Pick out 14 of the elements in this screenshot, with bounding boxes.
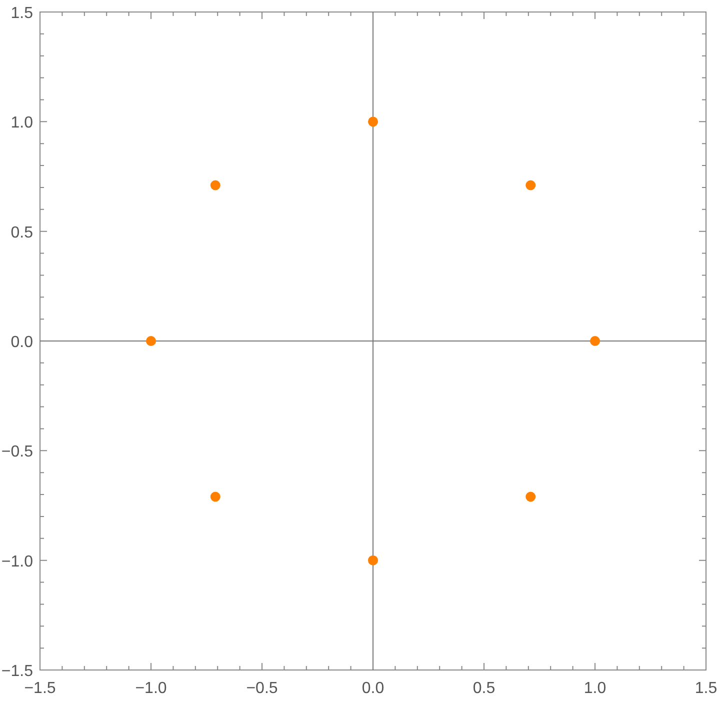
y-tick-label: 1.0 xyxy=(10,114,33,132)
x-tick-label: 0.5 xyxy=(472,680,496,697)
x-tick-label: −1.0 xyxy=(135,680,167,697)
x-tick-label: 0.0 xyxy=(362,680,384,697)
y-tick-label: −1.0 xyxy=(1,553,33,570)
y-tick-label: 0.0 xyxy=(10,334,33,351)
y-tick-label: 0.5 xyxy=(10,224,33,242)
y-tick-label: −1.5 xyxy=(1,663,33,680)
x-tick-label: −1.5 xyxy=(24,680,56,697)
y-tick-label: 1.5 xyxy=(10,5,33,22)
x-tick-label: 1.0 xyxy=(584,680,606,697)
y-tick-label: −0.5 xyxy=(1,444,33,461)
x-tick-label: −0.5 xyxy=(246,680,278,697)
x-tick-label: 1.5 xyxy=(694,680,718,697)
